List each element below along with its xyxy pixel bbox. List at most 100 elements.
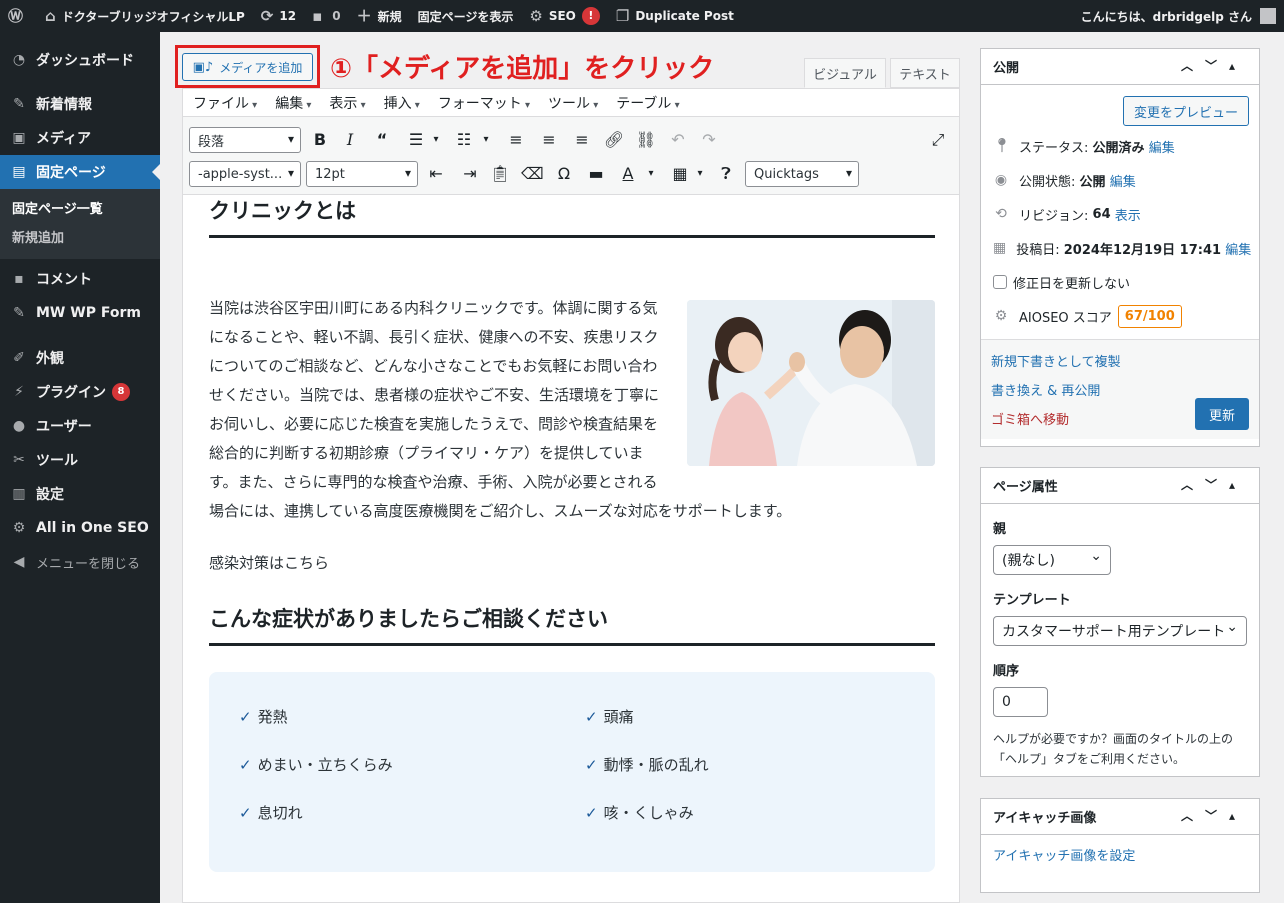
sidebar-item-plugins[interactable]: ⚡ プラグイン 8 [0, 375, 160, 409]
sidebar-item-media[interactable]: ▣ メディア [0, 121, 160, 155]
sidebar-item-tools[interactable]: ✂ ツール [0, 443, 160, 477]
fullscreen-icon[interactable]: ⤢ [927, 129, 949, 151]
order-input[interactable]: 0 [993, 687, 1048, 717]
menu-file[interactable]: ファイル [193, 93, 257, 113]
doctor-and-child-image[interactable] [687, 300, 935, 466]
seo-menu[interactable]: ⚙ SEO! [521, 0, 608, 32]
no-update-checkbox[interactable] [993, 275, 1007, 289]
menu-edit[interactable]: 編集 [275, 93, 311, 113]
numbered-list-dropdown-icon[interactable]: ▾ [475, 129, 497, 151]
box-controls[interactable]: ︿﹀▴ [1181, 807, 1247, 824]
box-controls[interactable]: ︿﹀▴ [1181, 476, 1247, 493]
user-icon: ● [12, 418, 26, 434]
undo-icon[interactable]: ↶ [667, 129, 689, 151]
menu-insert[interactable]: 挿入 [384, 93, 420, 113]
submenu-all-pages[interactable]: 固定ページ一覧 [0, 195, 160, 224]
template-select[interactable]: カスタマーサポート用テンプレート [993, 616, 1247, 646]
indent-icon[interactable]: ⇥ [459, 163, 481, 185]
outdent-icon[interactable]: ⇤ [425, 163, 447, 185]
clear-format-icon[interactable]: ⌫ [521, 163, 544, 185]
sidebar-item-appearance[interactable]: ✐ 外観 [0, 341, 160, 375]
quicktags-select[interactable]: Quicktags [745, 161, 859, 187]
align-center-icon[interactable]: ≡ [538, 129, 560, 151]
parent-select[interactable]: (親なし) [993, 545, 1111, 575]
font-size-select[interactable]: 12pt [306, 161, 418, 187]
duplicate-post-menu[interactable]: ❐ Duplicate Post [608, 0, 742, 32]
edit-status-link[interactable]: 編集 [1149, 137, 1175, 156]
update-button[interactable]: 更新 [1194, 398, 1249, 430]
format-select[interactable]: 段落 [189, 127, 301, 153]
bold-icon[interactable]: B [309, 129, 331, 151]
move-down-icon[interactable]: ﹀ [1205, 809, 1229, 823]
aioseo-icon: ⚙ [994, 308, 1008, 324]
italic-icon[interactable]: I [339, 129, 361, 151]
paste-text-icon[interactable]: 📋︎ [489, 163, 511, 185]
collapse-menu-button[interactable]: ◀ メニューを閉じる [0, 545, 160, 579]
menu-format[interactable]: フォーマット [438, 93, 530, 113]
horizontal-rule-icon[interactable]: ▬ [585, 163, 607, 185]
redo-icon[interactable]: ↷ [698, 129, 720, 151]
symptom-item: ✓ 咳・くしゃみ [585, 802, 694, 823]
blockquote-icon[interactable]: “ [371, 129, 393, 151]
special-char-icon[interactable]: Ω [553, 163, 575, 185]
table-dropdown-icon[interactable]: ▾ [689, 163, 711, 185]
sidebar-item-mw-wp-form[interactable]: ✎ MW WP Form [0, 296, 160, 330]
sidebar-item-users[interactable]: ● ユーザー [0, 409, 160, 443]
featured-image-header[interactable]: アイキャッチ画像 ︿﹀▴ [981, 799, 1259, 835]
account-menu[interactable]: こんにちは、drbridgelp さん [1073, 0, 1284, 32]
menu-view[interactable]: 表示 [329, 93, 365, 113]
infection-control-link[interactable]: 感染対策はこちら [209, 552, 935, 573]
page-attributes-header[interactable]: ページ属性 ︿﹀▴ [981, 468, 1259, 504]
move-down-icon[interactable]: ﹀ [1205, 59, 1229, 73]
sidebar-item-settings[interactable]: ▥ 設定 [0, 477, 160, 511]
sidebar-item-dashboard[interactable]: ◔ ダッシュボード [0, 43, 160, 77]
publish-box-header[interactable]: 公開 ︿﹀▴ [981, 49, 1259, 85]
font-family-select[interactable]: -apple-syst... [189, 161, 301, 187]
set-featured-image-link[interactable]: アイキャッチ画像を設定 [993, 849, 1135, 864]
settings-icon: ▥ [12, 486, 26, 502]
table-icon[interactable]: ▦ [669, 163, 691, 185]
submenu-add-new[interactable]: 新規追加 [0, 224, 160, 253]
move-up-icon[interactable]: ︿ [1181, 809, 1205, 823]
editor-toolbar: 段落 B I “ ☰ ▾ ☷ ▾ ≡ ≡ ≡ 🔗︎ ⛓ ↶ ↷ ⤢ -apple… [183, 117, 959, 195]
text-color-dropdown-icon[interactable]: ▾ [640, 163, 662, 185]
editor-content[interactable]: クリニックとは 当院は渋谷区宇田川町にある内科クリニックです。体調に関する気にな… [209, 195, 935, 872]
view-page-link[interactable]: 固定ページを表示 [410, 0, 522, 32]
align-right-icon[interactable]: ≡ [571, 129, 593, 151]
menu-tools[interactable]: ツール [548, 93, 598, 113]
edit-visibility-link[interactable]: 編集 [1110, 171, 1136, 190]
sidebar-item-aioseo[interactable]: ⚙ All in One SEO [0, 511, 160, 545]
sidebar-item-comments[interactable]: ▪ コメント [0, 262, 160, 296]
toggle-icon[interactable]: ▴ [1229, 59, 1247, 73]
move-up-icon[interactable]: ︿ [1181, 59, 1205, 73]
site-name-menu[interactable]: ⌂ ドクターブリッジオフィシャルLP [37, 0, 253, 32]
view-revisions-link[interactable]: 表示 [1115, 205, 1141, 224]
wp-logo-menu[interactable]: Ⓦ [0, 0, 37, 32]
sidebar-item-pages[interactable]: ▤ 固定ページ [0, 155, 160, 189]
help-icon[interactable]: ❓︎ [715, 163, 737, 185]
toggle-icon[interactable]: ▴ [1229, 809, 1247, 823]
text-color-icon[interactable]: A [617, 163, 639, 185]
move-up-icon[interactable]: ︿ [1181, 478, 1205, 492]
new-content-menu[interactable]: ＋ 新規 [349, 0, 410, 32]
tab-visual[interactable]: ビジュアル [804, 58, 886, 88]
comments-menu[interactable]: ▪ 0 [304, 0, 349, 32]
aioseo-score-badge[interactable]: 67/100 [1117, 304, 1182, 328]
link-icon[interactable]: 🔗︎ [603, 129, 625, 151]
box-controls[interactable]: ︿﹀▴ [1181, 57, 1247, 74]
preview-changes-button[interactable]: 変更をプレビュー [1122, 96, 1249, 126]
bullet-list-icon[interactable]: ☰ [405, 129, 427, 151]
sidebar-item-news[interactable]: ✎ 新着情報 [0, 87, 160, 121]
align-left-icon[interactable]: ≡ [505, 129, 527, 151]
copy-new-draft-link[interactable]: 新規下書きとして複製 [991, 348, 1249, 377]
unlink-icon[interactable]: ⛓ [635, 129, 657, 151]
menu-table[interactable]: テーブル [616, 93, 679, 113]
bullet-list-dropdown-icon[interactable]: ▾ [425, 129, 447, 151]
site-name: ドクターブリッジオフィシャルLP [61, 9, 245, 24]
updates-menu[interactable]: ⟳ 12 [253, 0, 304, 32]
edit-date-link[interactable]: 編集 [1225, 239, 1251, 258]
numbered-list-icon[interactable]: ☷ [453, 129, 475, 151]
move-down-icon[interactable]: ﹀ [1205, 478, 1229, 492]
tab-text[interactable]: テキスト [890, 58, 960, 88]
toggle-icon[interactable]: ▴ [1229, 478, 1247, 492]
